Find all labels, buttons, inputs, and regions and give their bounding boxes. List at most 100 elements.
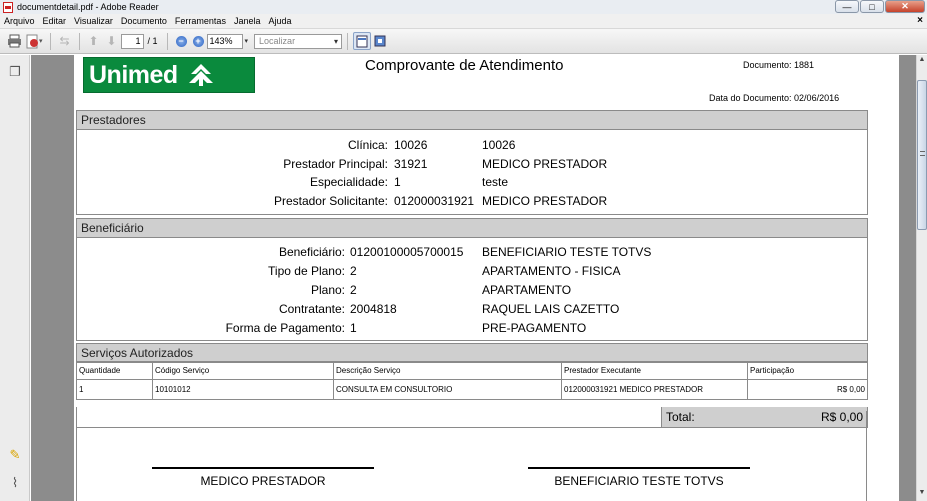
find-input[interactable]: Localizar	[254, 33, 343, 49]
field-code: 1	[394, 175, 401, 189]
field-label: Prestador Solicitante:	[273, 194, 388, 208]
menu-ajuda[interactable]: Ajuda	[264, 16, 295, 26]
toolbar-divider	[347, 32, 349, 50]
next-page-icon: ⬇	[106, 34, 117, 48]
pdf-page: Unimed Comprovante de Atendimento Docume…	[74, 55, 899, 501]
field-value: MEDICO PRESTADOR	[482, 157, 608, 171]
title-bar: documentdetail.pdf - Adobe Reader — □ ✕	[0, 0, 927, 14]
total-label-text: Total:	[666, 410, 695, 424]
toolbar-divider	[49, 32, 51, 50]
section-prestadores: Clínica: 10026 10026 Prestador Principal…	[76, 130, 868, 215]
section-servicos-heading: Serviços Autorizados	[76, 343, 868, 363]
collaborate-icon: ⇆	[59, 34, 70, 48]
field-value: MEDICO PRESTADOR	[482, 194, 608, 208]
field-value: teste	[482, 175, 509, 189]
menu-editar[interactable]: Editar	[39, 16, 71, 26]
field-code: 01200100005700015	[350, 245, 464, 259]
toolbar-divider	[78, 32, 80, 50]
table-cell: 1	[76, 379, 153, 400]
services-table: Quantidade Código Serviço Descrição Serv…	[76, 361, 868, 400]
navigation-pane: ❐ ✎ ⌇	[0, 55, 30, 501]
fit-page-icon[interactable]	[353, 32, 372, 50]
section-prestadores-heading: Prestadores	[76, 110, 868, 130]
zoom-dropdown-icon[interactable]: ▾	[245, 37, 249, 45]
close-button[interactable]: ✕	[885, 0, 925, 13]
signature-name-prestador: MEDICO PRESTADOR	[200, 474, 326, 488]
field-code: 10026	[394, 138, 428, 152]
attachments-icon[interactable]: ⌇	[7, 475, 23, 491]
close-document-icon[interactable]: ×	[917, 15, 923, 26]
table-cell: 012000031921 MEDICO PRESTADOR	[561, 379, 748, 400]
field-label: Contratante:	[278, 302, 345, 316]
menu-documento[interactable]: Documento	[117, 16, 171, 26]
window-title: documentdetail.pdf - Adobe Reader	[17, 2, 159, 12]
zoom-out-icon[interactable]: −	[175, 35, 187, 47]
zoom-level-input[interactable]: 143%	[206, 33, 243, 49]
unimed-logo-mark-icon	[184, 62, 218, 88]
field-value: BENEFICIARIO TESTE TOTVS	[482, 245, 652, 259]
menu-janela[interactable]: Janela	[230, 16, 265, 26]
unimed-logo: Unimed	[83, 57, 255, 93]
zoom-in-icon[interactable]: +	[192, 35, 204, 47]
previous-page-icon: ⬆	[88, 34, 99, 48]
total-value: R$ 0,00	[820, 410, 863, 424]
field-label: Beneficiário:	[278, 245, 345, 259]
signature-name-beneficiario: BENEFICIARIO TESTE TOTVS	[554, 474, 724, 488]
minimize-button[interactable]: —	[835, 0, 859, 13]
column-header: Descrição Serviço	[333, 361, 562, 380]
document-date: Data do Documento: 02/06/2016	[709, 93, 840, 103]
full-screen-icon[interactable]	[371, 32, 389, 50]
field-code: 1	[350, 321, 357, 335]
field-code: 31921	[394, 157, 428, 171]
field-value: 10026	[482, 138, 516, 152]
page-number-input[interactable]: 1	[120, 33, 144, 49]
menu-arquivo[interactable]: Arquivo	[0, 16, 39, 26]
page-border	[866, 411, 867, 501]
field-label: Plano:	[310, 283, 345, 297]
scroll-down-icon[interactable]: ▼	[917, 489, 927, 500]
section-beneficiario: Beneficiário: 01200100005700015 BENEFICI…	[76, 238, 868, 341]
field-value: APARTAMENTO - FISICA	[482, 264, 621, 278]
document-number: Documento: 1881	[743, 60, 815, 70]
vertical-scrollbar[interactable]: ▲ ▼	[916, 55, 927, 501]
field-label: Clínica:	[347, 138, 388, 152]
signature-line-prestador	[152, 467, 374, 469]
page-border	[76, 428, 77, 501]
table-cell: CONSULTA EM CONSULTORIO	[333, 379, 562, 400]
chevron-down-icon[interactable]: ▾	[39, 37, 43, 45]
field-value: APARTAMENTO	[482, 283, 572, 297]
table-header-row: Quantidade Código Serviço Descrição Serv…	[76, 361, 868, 380]
pages-icon[interactable]: ❐	[7, 64, 23, 80]
comments-icon[interactable]: ✎	[7, 447, 23, 463]
column-header: Participação	[747, 361, 868, 380]
field-code: 012000031921	[394, 194, 475, 208]
scrollbar-thumb[interactable]	[917, 80, 927, 230]
menu-ferramentas[interactable]: Ferramentas	[171, 16, 230, 26]
table-row: 1 10101012 CONSULTA EM CONSULTORIO 01200…	[76, 379, 868, 400]
field-label: Forma de Pagamento:	[225, 321, 345, 335]
table-cell: 10101012	[152, 379, 334, 400]
document-title: Comprovante de Atendimento	[365, 57, 564, 74]
window-controls: — □ ✕	[834, 0, 925, 13]
total-row: Total: R$ 0,00	[76, 407, 868, 428]
field-label: Tipo de Plano:	[268, 264, 345, 278]
toolbar-divider	[166, 32, 168, 50]
field-value: PRE-PAGAMENTO	[482, 321, 587, 335]
menu-visualizar[interactable]: Visualizar	[70, 16, 117, 26]
scroll-up-icon[interactable]: ▲	[917, 56, 927, 67]
field-code: 2004818	[350, 302, 397, 316]
maximize-button[interactable]: □	[860, 0, 884, 13]
field-code: 2	[350, 283, 357, 297]
menu-bar: Arquivo Editar Visualizar Documento Ferr…	[0, 14, 927, 29]
field-label: Prestador Principal:	[283, 157, 388, 171]
toolbar: ▾ ⇆ ⬆ ⬇ 1 / 1 − + 143% ▾ Localizar	[0, 29, 927, 54]
field-code: 2	[350, 264, 357, 278]
print-icon[interactable]	[5, 32, 23, 50]
column-header: Código Serviço	[152, 361, 334, 380]
section-beneficiario-heading: Beneficiário	[76, 218, 868, 238]
field-value: RAQUEL LAIS CAZETTO	[482, 302, 620, 316]
document-viewport: Unimed Comprovante de Atendimento Docume…	[31, 55, 916, 501]
page-total: / 1	[147, 36, 158, 46]
grip-icon	[920, 151, 925, 156]
table-cell: R$ 0,00	[747, 379, 868, 400]
